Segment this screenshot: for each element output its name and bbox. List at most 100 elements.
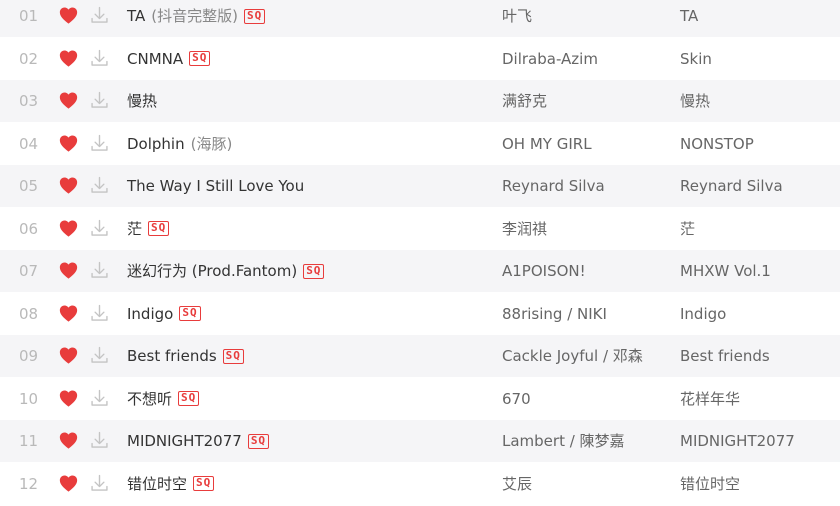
heart-icon[interactable] (59, 134, 78, 152)
song-row[interactable]: 10 不想听 SQ 670 花样年华 (0, 378, 840, 420)
song-artist[interactable]: Dilraba-Azim (502, 38, 598, 80)
song-row[interactable]: 11 MIDNIGHT2077 SQ Lambert / 陳梦嘉 MIDNIGH… (0, 420, 840, 462)
song-artist[interactable]: OH MY GIRL (502, 123, 592, 165)
heart-icon[interactable] (59, 389, 78, 407)
sq-badge: SQ (178, 391, 200, 406)
download-icon[interactable] (89, 303, 110, 324)
song-album[interactable]: Reynard Silva (680, 165, 783, 207)
download-icon[interactable] (89, 5, 110, 26)
download-icon[interactable] (89, 430, 110, 451)
song-index: 06 (19, 219, 39, 238)
heart-icon[interactable] (59, 347, 78, 364)
song-artist[interactable]: Reynard Silva (502, 165, 605, 207)
song-album[interactable]: 花样年华 (680, 378, 740, 420)
song-row[interactable]: 01 TA (抖音完整版) SQ 叶飞 TA (0, 0, 840, 37)
song-artist[interactable]: 叶飞 (502, 0, 532, 37)
song-title[interactable]: 不想听 (127, 378, 172, 420)
heart-icon[interactable] (59, 432, 78, 449)
song-album[interactable]: TA (680, 0, 698, 37)
song-title[interactable]: CNMNA (127, 38, 183, 80)
song-subtitle: (抖音完整版) (151, 7, 238, 25)
song-artist[interactable]: 670 (502, 378, 531, 420)
song-album[interactable]: Skin (680, 38, 712, 80)
download-icon[interactable] (89, 260, 110, 281)
song-title-cell[interactable]: 茫 SQ (127, 208, 170, 250)
song-title-cell[interactable]: 错位时空 SQ (127, 463, 215, 505)
song-title[interactable]: 茫 (127, 208, 142, 250)
download-icon[interactable] (89, 388, 110, 409)
song-row[interactable]: 09 Best friends SQ Cackle Joyful / 邓森 Be… (0, 335, 840, 377)
song-title-cell[interactable]: TA (抖音完整版) SQ (127, 0, 266, 37)
heart-icon[interactable] (59, 7, 78, 24)
song-title-cell[interactable]: Dolphin (海豚) (127, 123, 232, 165)
song-album[interactable]: 错位时空 (680, 463, 740, 505)
download-icon[interactable] (89, 48, 110, 69)
song-row[interactable]: 08 Indigo SQ 88rising / NIKI Indigo (0, 293, 840, 335)
song-title[interactable]: Best friends (127, 335, 217, 377)
download-icon[interactable] (89, 133, 110, 154)
heart-icon[interactable] (59, 177, 78, 194)
heart-icon[interactable] (59, 474, 78, 492)
download-icon[interactable] (89, 175, 110, 196)
song-artist[interactable]: 88rising / NIKI (502, 293, 607, 335)
heart-icon[interactable] (59, 262, 78, 279)
song-index: 02 (19, 49, 39, 68)
heart-icon[interactable] (59, 49, 78, 67)
download-icon[interactable] (89, 345, 110, 366)
song-title-cell[interactable]: MIDNIGHT2077 SQ (127, 420, 270, 462)
song-title[interactable]: TA (127, 0, 145, 37)
song-album[interactable]: Best friends (680, 335, 770, 377)
download-icon[interactable] (89, 218, 110, 239)
sq-badge: SQ (189, 51, 211, 66)
sq-badge: SQ (148, 221, 170, 236)
heart-icon[interactable] (59, 92, 78, 109)
song-artist[interactable]: Cackle Joyful / 邓森 (502, 335, 643, 377)
sq-badge: SQ (243, 8, 266, 24)
song-row[interactable]: 02 CNMNA SQ Dilraba-Azim Skin (0, 38, 840, 80)
song-title-cell[interactable]: Best friends SQ (127, 335, 244, 377)
song-index: 01 (19, 7, 39, 25)
song-title[interactable]: MIDNIGHT2077 (127, 420, 242, 462)
song-row[interactable]: 04 Dolphin (海豚) OH MY GIRL NONSTOP (0, 123, 840, 165)
song-artist[interactable]: 艾辰 (502, 463, 532, 505)
song-row[interactable]: 07 迷幻行为 (Prod.Fantom) SQ A1POISON! MHXW … (0, 250, 840, 292)
song-album[interactable]: MIDNIGHT2077 (680, 420, 795, 462)
heart-icon[interactable] (59, 304, 78, 322)
song-title-cell[interactable]: 不想听 SQ (127, 378, 200, 420)
song-index: 07 (19, 262, 39, 280)
song-index: 05 (19, 177, 39, 195)
song-index: 12 (19, 474, 39, 493)
heart-icon[interactable] (59, 219, 78, 237)
sq-badge: SQ (193, 476, 215, 491)
song-title-cell[interactable]: 慢热 (127, 80, 157, 122)
song-album[interactable]: 慢热 (680, 80, 710, 122)
download-icon[interactable] (89, 90, 110, 111)
song-title[interactable]: Indigo (127, 293, 173, 335)
song-title-cell[interactable]: CNMNA SQ (127, 38, 211, 80)
song-artist[interactable]: A1POISON! (502, 250, 586, 292)
song-artist[interactable]: 李润祺 (502, 208, 547, 250)
song-title-cell[interactable]: Indigo SQ (127, 293, 201, 335)
song-list: 01 TA (抖音完整版) SQ 叶飞 TA 02 CNMNA SQ Dilra… (0, 0, 840, 506)
sq-badge: SQ (247, 433, 270, 449)
song-album[interactable]: Indigo (680, 293, 726, 335)
song-title[interactable]: The Way I Still Love You (127, 165, 304, 207)
song-index: 03 (19, 92, 39, 110)
song-album[interactable]: MHXW Vol.1 (680, 250, 771, 292)
song-title[interactable]: 错位时空 (127, 463, 187, 505)
song-row[interactable]: 06 茫 SQ 李润祺 茫 (0, 208, 840, 250)
song-album[interactable]: NONSTOP (680, 123, 754, 165)
song-row[interactable]: 12 错位时空 SQ 艾辰 错位时空 (0, 463, 840, 505)
song-title-cell[interactable]: The Way I Still Love You (127, 165, 304, 207)
song-title[interactable]: Dolphin (127, 123, 185, 165)
song-artist[interactable]: Lambert / 陳梦嘉 (502, 420, 625, 462)
song-index: 10 (19, 389, 39, 408)
download-icon[interactable] (89, 473, 110, 494)
song-album[interactable]: 茫 (680, 208, 695, 250)
song-title-cell[interactable]: 迷幻行为 (Prod.Fantom) SQ (127, 250, 325, 292)
song-artist[interactable]: 满舒克 (502, 80, 547, 122)
song-title[interactable]: 迷幻行为 (Prod.Fantom) (127, 250, 297, 292)
song-row[interactable]: 03 慢热 满舒克 慢热 (0, 80, 840, 122)
song-title[interactable]: 慢热 (127, 80, 157, 122)
song-row[interactable]: 05 The Way I Still Love You Reynard Silv… (0, 165, 840, 207)
